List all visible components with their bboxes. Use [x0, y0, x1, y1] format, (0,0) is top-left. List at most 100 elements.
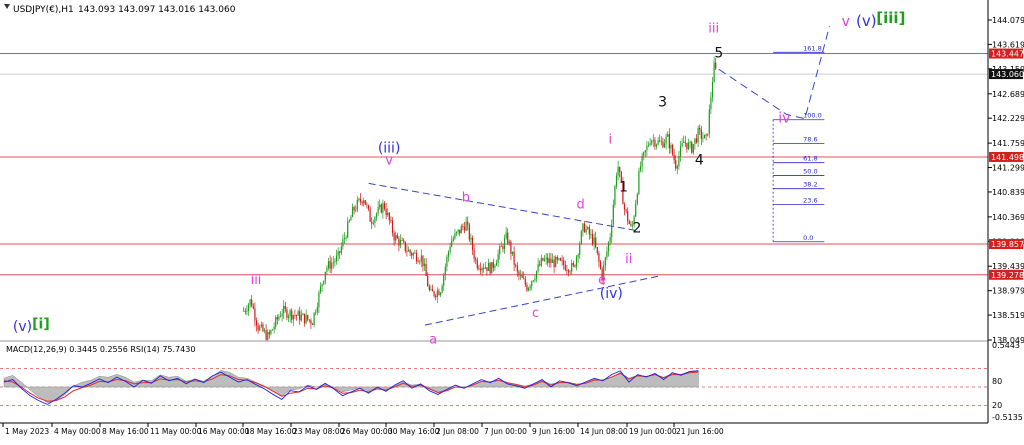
candle-body: [433, 291, 435, 296]
candle-body: [671, 145, 674, 155]
candle-body: [367, 205, 370, 209]
candle-body: [527, 287, 530, 291]
trading-chart[interactable]: USDJPY(€),H1 143.093 143.097 143.016 143…: [0, 0, 1024, 441]
candle-body: [303, 313, 306, 324]
candle-body: [619, 166, 621, 173]
candle-body: [654, 139, 656, 147]
wave-label: 5: [714, 46, 723, 62]
candle-body: [263, 330, 266, 332]
candle-body: [353, 206, 355, 211]
indicator-tick-label: 20: [992, 401, 1002, 410]
chart-svg[interactable]: USDJPY(€),H1 143.093 143.097 143.016 143…: [0, 0, 1024, 441]
candle-body: [340, 246, 342, 253]
candle-body: [366, 204, 368, 206]
candle-body: [414, 252, 416, 254]
indicator-title: MACD(12,26,9) 0.3445 0.2556 RSI(14) 75.7…: [6, 345, 195, 354]
candle-body: [371, 221, 373, 224]
candle-body: [351, 206, 354, 217]
candle-body: [411, 253, 413, 256]
candle-body: [460, 226, 462, 234]
candle-body: [420, 255, 422, 262]
candle-body: [478, 268, 480, 269]
candle-body: [519, 275, 522, 276]
candle-body: [507, 232, 509, 244]
candle-body: [585, 228, 587, 233]
candle-body: [615, 175, 618, 187]
candle-body: [483, 267, 485, 269]
time-tick-label: 30 May 16:00: [388, 427, 440, 436]
candle-body: [447, 251, 450, 257]
candle-body: [374, 217, 376, 223]
candle-body: [559, 258, 562, 261]
candle-body: [324, 271, 326, 281]
price-tick-label: 142.689: [992, 90, 1024, 99]
fib-level-label: 161.8: [803, 44, 822, 52]
candle-body: [563, 260, 565, 266]
candle-body: [316, 307, 318, 313]
candle-body: [598, 253, 600, 262]
candle-body: [497, 253, 499, 263]
candle-body: [359, 198, 362, 202]
candle-body: [606, 251, 608, 258]
wave-label: 4: [695, 152, 704, 168]
candle-body: [521, 275, 523, 278]
candle-body: [691, 142, 693, 153]
candle-body: [382, 203, 384, 213]
candle-body: [327, 261, 330, 268]
wave-label: ii: [625, 252, 632, 267]
candle-body: [284, 305, 286, 310]
price-tick-label: 141.759: [992, 139, 1024, 148]
indicator-tick-label: 0.5443: [992, 341, 1020, 350]
candle-body: [297, 311, 299, 316]
candle-body: [465, 221, 467, 231]
candle-body: [243, 310, 245, 312]
candle-body: [283, 305, 285, 314]
wave-label: i: [608, 133, 612, 148]
candle-body: [345, 237, 347, 239]
candle-body: [347, 221, 349, 238]
time-tick-label: 18 May 16:00: [245, 427, 297, 436]
candle-body: [491, 262, 493, 274]
fib-level-label: 61.8: [803, 155, 817, 163]
chart-header: USDJPY(€),H1 143.093 143.097 143.016 143…: [4, 4, 236, 15]
candle-body: [673, 154, 675, 161]
time-tick-label: 1 May 2023: [5, 427, 49, 436]
candle-body: [311, 323, 314, 325]
candle-body: [401, 240, 403, 241]
candle-body: [246, 310, 248, 312]
candle-body: [276, 317, 278, 320]
candle-body: [444, 266, 446, 275]
candle-body: [255, 320, 258, 326]
candle-body: [593, 237, 595, 245]
candle-body: [249, 299, 251, 305]
candle-body: [607, 242, 610, 252]
candle-body: [529, 286, 531, 288]
candle-body: [287, 316, 290, 318]
candle-body: [415, 252, 418, 262]
candle-body: [713, 62, 715, 83]
candle-body: [459, 229, 461, 234]
wave-label: iii: [251, 273, 262, 288]
candle-body: [454, 233, 456, 239]
fib-level-label: 78.6: [803, 136, 817, 144]
candle-body: [505, 232, 507, 239]
candle-body: [575, 256, 578, 267]
candle-body: [342, 239, 344, 247]
candle-body: [679, 146, 682, 157]
candle-body: [350, 216, 352, 221]
candle-body: [356, 199, 358, 210]
wave-label: 3: [658, 94, 667, 110]
price-level-label: 143.447: [991, 50, 1024, 59]
wave-label: [iii]: [876, 9, 905, 27]
candle-body: [326, 267, 328, 272]
candle-body: [244, 310, 246, 312]
candle-body: [695, 138, 698, 143]
candle-body: [553, 259, 555, 268]
candle-body: [675, 160, 677, 169]
time-tick-label: 2 Jun 08:00: [436, 427, 479, 436]
candle-body: [494, 265, 496, 268]
candle-body: [273, 326, 275, 330]
candle-body: [555, 256, 557, 268]
candle-body: [534, 278, 536, 281]
candle-body: [251, 299, 253, 307]
